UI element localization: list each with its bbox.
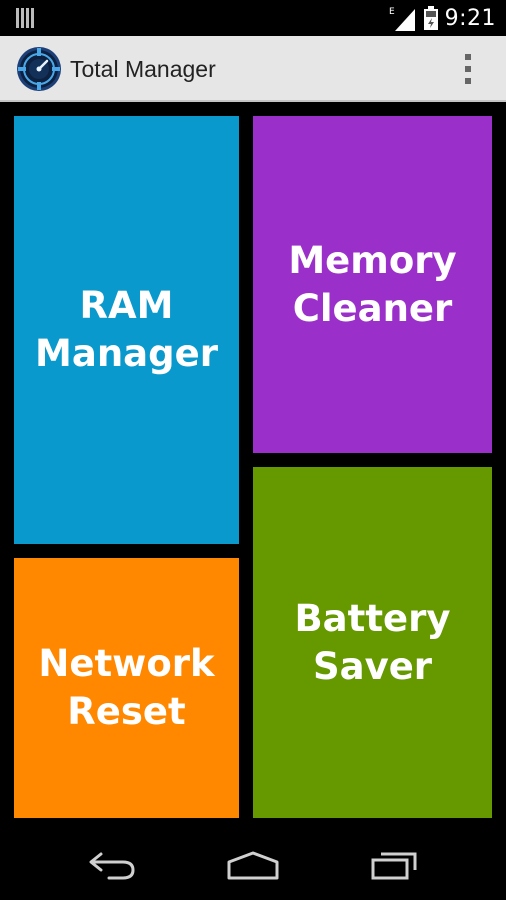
memory-cleaner-label: Memory Cleaner [288,238,457,330]
back-icon [89,852,135,880]
notification-icon [16,8,34,28]
battery-saver-label: Battery Saver [294,596,451,688]
action-bar: Total Manager [0,36,506,102]
app-title: Total Manager [70,56,216,82]
menu-dot [465,78,471,84]
battery-icon [423,6,438,30]
ram-manager-tile[interactable]: RAM Manager [14,116,239,544]
menu-dot [465,54,471,60]
menu-dot [465,66,471,72]
status-icons: E 9:21 [389,0,496,36]
memory-cleaner-tile[interactable]: Memory Cleaner [253,116,492,453]
recents-button[interactable] [366,848,422,882]
signal-icon: E [389,7,415,31]
overflow-menu-icon[interactable] [460,54,476,84]
status-time: 9:21 [444,5,496,31]
recents-icon [371,852,417,880]
network-type-label: E [389,7,395,17]
back-button[interactable] [84,848,140,882]
app-logo-icon[interactable] [16,46,62,92]
home-icon [227,851,279,880]
navigation-bar [0,830,506,900]
home-button[interactable] [224,848,282,882]
battery-saver-tile[interactable]: Battery Saver [253,467,492,818]
status-bar: E 9:21 [0,0,506,36]
network-reset-label: Network Reset [38,642,215,733]
screen: E 9:21 Total Manager RAM Manager Memory … [0,0,506,900]
network-reset-tile[interactable]: Network Reset [14,558,239,818]
ram-manager-label: RAM Manager [35,284,218,375]
